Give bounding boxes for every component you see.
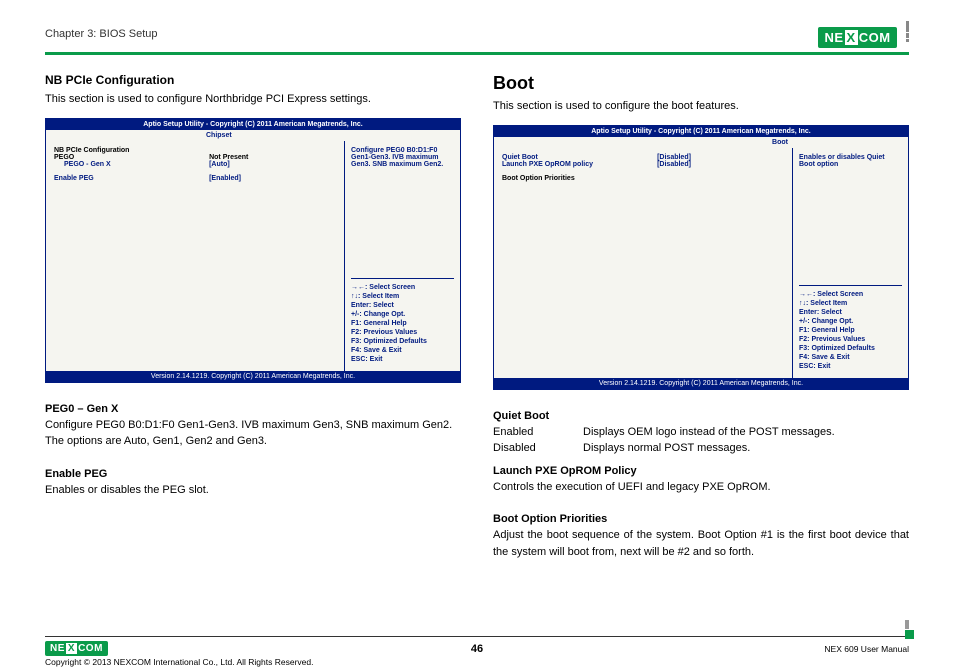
- subheading: Quiet Boot: [493, 410, 909, 422]
- subheading: Launch PXE OpROM Policy: [493, 465, 909, 477]
- section-title: NB PCIe Configuration: [45, 73, 461, 87]
- left-column: NB PCIe Configuration This section is us…: [45, 73, 461, 570]
- logo-dots-icon: [905, 20, 909, 28]
- section-intro: This section is used to configure the bo…: [493, 98, 909, 115]
- subheading: Boot Option Priorities: [493, 513, 909, 525]
- page-footer: NEXCOM Copyright © 2013 NEXCOM Internati…: [45, 636, 909, 656]
- bios-tab-row: Chipset: [46, 130, 460, 141]
- bios-main-panel: Quiet Boot[Disabled] Launch PXE OpROM po…: [494, 148, 793, 378]
- bios-title: Aptio Setup Utility - Copyright (C) 2011…: [46, 119, 460, 130]
- bios-key-legend: →←: Select Screen ↑↓: Select Item Enter:…: [351, 278, 454, 365]
- body-text: Controls the execution of UEFI and legac…: [493, 479, 909, 496]
- footer-dots-icon: [904, 619, 909, 629]
- body-text: Enables or disables the PEG slot.: [45, 482, 461, 499]
- logo-nexcom-footer: NEXCOM: [45, 641, 108, 656]
- bios-footer: Version 2.14.1219. Copyright (C) 2011 Am…: [494, 378, 908, 389]
- bios-side-panel: Enables or disables Quiet Boot option →←…: [793, 148, 908, 378]
- chapter-label: Chapter 3: BIOS Setup: [45, 28, 158, 40]
- copyright-text: Copyright © 2013 NEXCOM International Co…: [45, 657, 313, 667]
- bios-screenshot-left: Aptio Setup Utility - Copyright (C) 2011…: [45, 118, 461, 383]
- subheading: Enable PEG: [45, 468, 461, 480]
- definition-row: EnabledDisplays OEM logo instead of the …: [493, 424, 909, 441]
- right-column: Boot This section is used to configure t…: [493, 73, 909, 570]
- section-intro: This section is used to configure Northb…: [45, 91, 461, 108]
- bios-screenshot-right: Aptio Setup Utility - Copyright (C) 2011…: [493, 125, 909, 390]
- page-header: Chapter 3: BIOS Setup NEXCOM: [45, 20, 909, 55]
- bios-main-panel: NB PCIe Configuration PEGONot Present PE…: [46, 141, 345, 371]
- bios-tab-row: Boot: [494, 137, 908, 148]
- subheading: PEG0 – Gen X: [45, 403, 461, 415]
- body-text: Configure PEG0 B0:D1:F0 Gen1-Gen3. IVB m…: [45, 417, 461, 450]
- bios-footer: Version 2.14.1219. Copyright (C) 2011 Am…: [46, 371, 460, 382]
- page-number: 46: [471, 643, 483, 655]
- body-text: Adjust the boot sequence of the system. …: [493, 527, 909, 560]
- bios-title: Aptio Setup Utility - Copyright (C) 2011…: [494, 126, 908, 137]
- bios-side-panel: Configure PEG0 B0:D1:F0 Gen1-Gen3. IVB m…: [345, 141, 460, 371]
- definition-row: DisabledDisplays normal POST messages.: [493, 440, 909, 457]
- logo-nexcom: NEXCOM: [818, 20, 909, 48]
- section-title: Boot: [493, 73, 909, 94]
- bios-key-legend: →←: Select Screen ↑↓: Select Item Enter:…: [799, 285, 902, 372]
- manual-label: NEX 609 User Manual: [824, 644, 909, 654]
